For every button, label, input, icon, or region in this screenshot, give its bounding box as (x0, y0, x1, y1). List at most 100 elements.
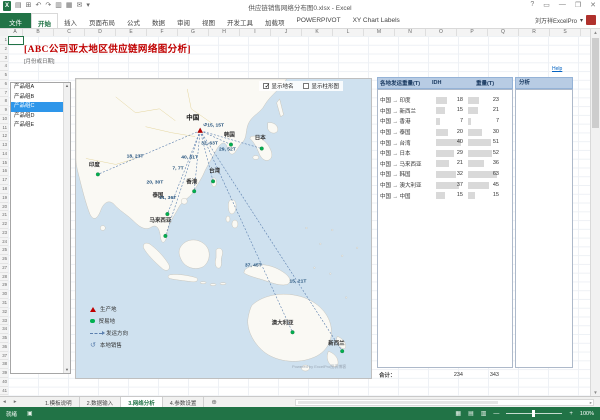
row-header-41[interactable]: 41 (0, 387, 8, 396)
row-header-17[interactable]: 17 (0, 176, 8, 185)
row-header-9[interactable]: 9 (0, 106, 8, 115)
ribbon-options-button[interactable]: ▭ (543, 1, 550, 9)
column-header-D[interactable]: D (85, 29, 116, 36)
listbox-scrollbar[interactable]: ▲ ▼ (63, 83, 70, 373)
row-header-22[interactable]: 22 (0, 220, 8, 229)
column-header-E[interactable]: E (116, 29, 147, 36)
column-header-F[interactable]: F (147, 29, 178, 36)
column-header-T[interactable]: T (581, 29, 590, 36)
vertical-scroll-thumb[interactable] (592, 38, 599, 128)
row-header-10[interactable]: 10 (0, 115, 8, 124)
zoom-slider[interactable] (506, 413, 562, 414)
row-header-3[interactable]: 3 (0, 54, 8, 63)
ribbon-tab-开发工具[interactable]: 开发工具 (221, 13, 259, 28)
row-header-2[interactable]: 2 (0, 45, 8, 54)
page-layout-view-icon[interactable]: ▤ (468, 410, 474, 417)
avatar[interactable] (586, 15, 596, 25)
product-item[interactable]: 产品组D (11, 112, 63, 122)
column-header-P[interactable]: P (457, 29, 488, 36)
column-header-N[interactable]: N (395, 29, 426, 36)
column-header-K[interactable]: K (302, 29, 333, 36)
scroll-up-icon[interactable]: ▲ (591, 30, 600, 35)
selected-cell[interactable] (8, 36, 24, 45)
row-header-39[interactable]: 39 (0, 369, 8, 378)
zoom-out-button[interactable]: — (493, 411, 499, 417)
product-item[interactable]: 产品组B (11, 93, 63, 103)
restore-button[interactable]: ❐ (575, 1, 581, 9)
column-header-J[interactable]: J (271, 29, 302, 36)
row-header-13[interactable]: 13 (0, 141, 8, 150)
ribbon-tab-开始[interactable]: 开始 (31, 13, 58, 28)
sheet-tab-4.参数设置[interactable]: 4.参数设置 (163, 397, 205, 407)
product-item[interactable]: 产品组C (11, 102, 63, 112)
horizontal-scrollbar[interactable]: ▸ (295, 399, 594, 406)
row-header-32[interactable]: 32 (0, 308, 8, 317)
horizontal-scroll-thumb[interactable] (298, 401, 498, 404)
checkbox-icon[interactable] (303, 83, 309, 89)
row-header-20[interactable]: 20 (0, 203, 8, 212)
column-header-O[interactable]: O (426, 29, 457, 36)
column-header-B[interactable]: B (23, 29, 54, 36)
zoom-in-button[interactable]: + (569, 411, 573, 417)
prev-sheet-icon[interactable]: ◂ (3, 399, 6, 405)
worksheet-grid[interactable]: [ABC公司亚太地区供应链网络图分析] [月份或日期] 产品组A产品组B产品组C… (8, 36, 590, 396)
column-header-Q[interactable]: Q (488, 29, 519, 36)
row-header-26[interactable]: 26 (0, 255, 8, 264)
ribbon-tab-插入[interactable]: 插入 (58, 13, 83, 28)
row-header-7[interactable]: 7 (0, 89, 8, 98)
row-header-25[interactable]: 25 (0, 246, 8, 255)
ribbon-tab-POWERPIVOT[interactable]: POWERPIVOT (291, 13, 347, 28)
toggle-显示柱形图[interactable]: 显示柱形图 (303, 82, 339, 90)
help-button[interactable]: ? (530, 1, 534, 9)
close-button[interactable]: ✕ (590, 1, 596, 9)
scroll-down-icon[interactable]: ▼ (591, 390, 600, 395)
column-header-H[interactable]: H (209, 29, 240, 36)
zoom-slider-thumb[interactable] (532, 410, 535, 417)
row-header-21[interactable]: 21 (0, 211, 8, 220)
vertical-scrollbar[interactable]: ▲ ▼ (590, 29, 600, 396)
row-header-15[interactable]: 15 (0, 159, 8, 168)
column-header-I[interactable]: I (240, 29, 271, 36)
row-header-24[interactable]: 24 (0, 238, 8, 247)
scroll-down-icon[interactable]: ▼ (64, 367, 70, 373)
row-header-19[interactable]: 19 (0, 194, 8, 203)
row-header-5[interactable]: 5 (0, 71, 8, 80)
sheet-tab-3.网络分析[interactable]: 3.网络分析 (121, 397, 163, 407)
column-header-L[interactable]: L (333, 29, 364, 36)
row-header-28[interactable]: 28 (0, 273, 8, 282)
account-area[interactable]: 刘万祥ExcelPro ▾ (535, 15, 596, 25)
row-header-36[interactable]: 36 (0, 343, 8, 352)
row-header-27[interactable]: 27 (0, 264, 8, 273)
row-header-16[interactable]: 16 (0, 167, 8, 176)
normal-view-icon[interactable]: ▦ (455, 410, 461, 417)
ribbon-tab-数据[interactable]: 数据 (146, 13, 171, 28)
row-header-33[interactable]: 33 (0, 317, 8, 326)
ribbon-tab-XY Chart Labels[interactable]: XY Chart Labels (347, 13, 406, 28)
row-header-4[interactable]: 4 (0, 62, 8, 71)
ribbon-tab-加载项[interactable]: 加载项 (259, 13, 291, 28)
page-break-view-icon[interactable]: ▥ (481, 410, 487, 417)
help-link[interactable]: Help (552, 66, 562, 72)
product-item[interactable]: 产品组E (11, 121, 63, 131)
row-header-18[interactable]: 18 (0, 185, 8, 194)
column-header-M[interactable]: M (364, 29, 395, 36)
next-sheet-icon[interactable]: ▸ (14, 399, 17, 405)
ribbon-tab-审阅[interactable]: 审阅 (171, 13, 196, 28)
checkbox-icon[interactable] (263, 83, 269, 89)
row-header-8[interactable]: 8 (0, 97, 8, 106)
row-header-23[interactable]: 23 (0, 229, 8, 238)
row-header-38[interactable]: 38 (0, 360, 8, 369)
ribbon-tab-公式[interactable]: 公式 (121, 13, 146, 28)
column-header-S[interactable]: S (550, 29, 581, 36)
row-header-37[interactable]: 37 (0, 352, 8, 361)
row-header-14[interactable]: 14 (0, 150, 8, 159)
sheet-tab-2.数据输入[interactable]: 2.数据输入 (80, 397, 122, 407)
row-header-40[interactable]: 40 (0, 378, 8, 387)
row-header-31[interactable]: 31 (0, 299, 8, 308)
minimize-button[interactable]: — (559, 1, 566, 9)
column-header-A[interactable]: A (8, 29, 23, 36)
scroll-up-icon[interactable]: ▲ (64, 83, 70, 89)
toggle-显示地名[interactable]: 显示地名 (263, 82, 293, 90)
column-header-G[interactable]: G (178, 29, 209, 36)
zoom-level[interactable]: 100% (580, 411, 594, 417)
